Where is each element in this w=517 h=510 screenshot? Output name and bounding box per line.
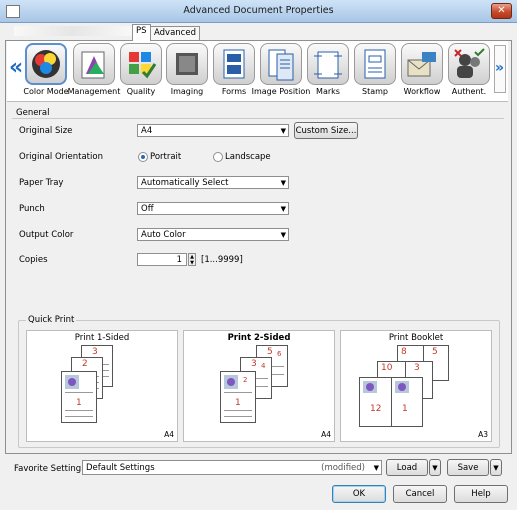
quality-icon xyxy=(120,43,162,85)
page-number: 3 xyxy=(251,359,257,369)
scroll-left-icon[interactable]: « xyxy=(9,57,23,79)
page-spread-icon: 12 1 xyxy=(359,377,423,427)
page-number: 12 xyxy=(370,404,382,414)
paper-size-label: A4 xyxy=(321,430,331,439)
window-title: Advanced Document Properties xyxy=(183,5,334,16)
custom-size-button[interactable]: Custom Size... xyxy=(294,122,358,139)
quick-print-title: Quick Print xyxy=(26,315,77,325)
image-position-icon xyxy=(260,43,302,85)
page-number: 1 xyxy=(235,398,241,408)
page-number: 3 xyxy=(414,363,420,373)
paper-size-label: A3 xyxy=(478,430,488,439)
paper-tray-select[interactable]: Automatically Select ▼ xyxy=(137,176,289,189)
punch-label: Punch xyxy=(19,204,45,214)
orientation-label: Original Orientation xyxy=(19,152,103,162)
authentication-icon xyxy=(448,43,490,85)
general-section-title: General xyxy=(16,108,50,118)
stamp-icon xyxy=(354,43,396,85)
copies-spinner[interactable]: ▲ ▼ xyxy=(188,253,196,266)
paper-tray-label: Paper Tray xyxy=(19,178,64,188)
save-button[interactable]: Save xyxy=(447,459,489,476)
output-color-value: Auto Color xyxy=(141,230,186,240)
paper-tray-value: Automatically Select xyxy=(141,178,229,188)
page-number: 6 xyxy=(277,350,282,358)
favorite-setting-value: Default Settings xyxy=(86,463,155,473)
landscape-label: Landscape xyxy=(225,152,271,162)
page-number: 3 xyxy=(92,347,98,357)
page-number: 10 xyxy=(381,363,393,373)
chevron-down-icon: ▼ xyxy=(373,464,379,472)
copies-input[interactable]: 1 xyxy=(137,253,187,266)
original-size-select[interactable]: A4 ▼ xyxy=(137,124,289,137)
title-bar: Advanced Document Properties ✕ xyxy=(0,0,517,23)
print-2-sided-card[interactable]: Print 2-Sided 56 34 1 2 A4 xyxy=(183,330,335,442)
copies-label: Copies xyxy=(19,255,48,265)
page-icon: 1 xyxy=(61,371,97,423)
management-icon xyxy=(73,43,115,85)
page-number: 2 xyxy=(82,359,88,369)
paper-size-label: A4 xyxy=(164,430,174,439)
page-number: 5 xyxy=(267,347,273,357)
cancel-button[interactable]: Cancel xyxy=(393,485,447,503)
landscape-radio[interactable] xyxy=(213,152,223,162)
feature-authentication[interactable]: Authent. xyxy=(446,43,492,99)
output-color-select[interactable]: Auto Color ▼ xyxy=(137,228,289,241)
chevron-down-icon: ▼ xyxy=(280,231,286,239)
page-icon: 1 2 xyxy=(220,371,256,423)
page-number: 1 xyxy=(76,398,82,408)
print-booklet-card[interactable]: Print Booklet 8 5 10 3 12 1 A3 xyxy=(340,330,492,442)
close-button[interactable]: ✕ xyxy=(491,3,512,19)
favorite-status: (modified) xyxy=(321,463,365,473)
portrait-label: Portrait xyxy=(150,152,182,162)
imaging-icon xyxy=(166,43,208,85)
card-title: Print 1-Sided xyxy=(74,333,130,343)
favorite-setting-label: Favorite Setting xyxy=(14,464,82,474)
workflow-icon xyxy=(401,43,443,85)
page-number: 8 xyxy=(401,347,407,357)
tab-advanced[interactable]: Advanced xyxy=(150,26,200,40)
load-menu-button[interactable]: ▼ xyxy=(429,459,441,476)
load-button[interactable]: Load xyxy=(386,459,428,476)
ok-button[interactable]: OK xyxy=(332,485,386,503)
print-1-sided-card[interactable]: Print 1-Sided 3 2 1 A4 xyxy=(26,330,178,442)
punch-select[interactable]: Off ▼ xyxy=(137,202,289,215)
forms-icon xyxy=(213,43,255,85)
page-number: 2 xyxy=(243,376,248,384)
page-number: 5 xyxy=(432,347,438,357)
chevron-down-icon: ▼ xyxy=(280,127,286,135)
page-number: 4 xyxy=(261,362,266,370)
tab-strip-background xyxy=(14,26,132,36)
feature-label: Authent. xyxy=(451,87,487,96)
chevron-down-icon: ▼ xyxy=(280,179,286,187)
original-size-value: A4 xyxy=(141,126,153,136)
card-title: Print Booklet xyxy=(388,333,444,343)
punch-value: Off xyxy=(141,204,154,214)
original-size-label: Original Size xyxy=(19,126,73,136)
tab-ps[interactable]: PS xyxy=(132,24,151,41)
marks-icon xyxy=(307,43,349,85)
card-title: Print 2-Sided xyxy=(227,333,291,343)
scroll-right-icon[interactable]: » xyxy=(494,45,506,93)
page-number: 1 xyxy=(402,404,408,414)
help-button[interactable]: Help xyxy=(454,485,508,503)
copies-range: [1...9999] xyxy=(201,255,243,265)
chevron-down-icon: ▼ xyxy=(280,205,286,213)
color-mode-icon xyxy=(25,43,67,85)
favorite-setting-select[interactable]: Default Settings (modified) ▼ xyxy=(82,460,382,475)
section-divider xyxy=(12,118,504,119)
output-color-label: Output Color xyxy=(19,230,74,240)
portrait-radio[interactable] xyxy=(138,152,148,162)
save-menu-button[interactable]: ▼ xyxy=(490,459,502,476)
